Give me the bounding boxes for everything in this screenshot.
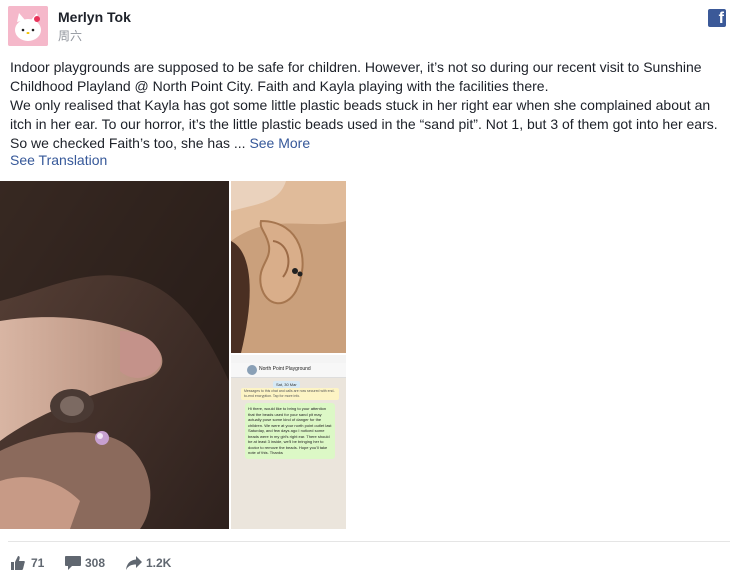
photo-chat-screenshot[interactable]: North Point Playground Sat, 30 Mar Messa… — [231, 355, 346, 529]
author-name[interactable]: Merlyn Tok — [58, 9, 131, 25]
chat-message-bubble: Hi there, would like to bring to your at… — [245, 403, 335, 459]
thumbs-up-icon — [11, 556, 25, 570]
like-count: 71 — [31, 556, 45, 570]
chat-date-chip: Sat, 30 Mar — [273, 381, 300, 388]
facebook-icon[interactable]: f — [708, 9, 726, 27]
chat-encryption-notice: Messages to this chat and calls are now … — [241, 388, 339, 400]
author-avatar[interactable] — [8, 6, 48, 46]
chat-header: North Point Playground — [231, 363, 346, 378]
ear-closeup-image — [0, 181, 229, 529]
hello-kitty-avatar-image — [8, 6, 48, 46]
photo-ear-beads[interactable] — [231, 181, 346, 353]
post-paragraph: We only realised that Kayla has got some… — [10, 96, 730, 153]
post-date[interactable]: 周六 — [58, 27, 82, 44]
see-translation-link[interactable]: See Translation — [10, 152, 107, 168]
share-count: 1.2K — [146, 556, 172, 570]
photo-ear-closeup[interactable] — [0, 181, 229, 529]
share-arrow-icon — [126, 556, 142, 570]
comment-count: 308 — [85, 556, 106, 570]
see-more-link[interactable]: See More — [249, 135, 310, 151]
ear-with-beads-image — [231, 181, 346, 353]
chat-title: North Point Playground — [259, 366, 311, 372]
share-count-button[interactable]: 1.2K — [126, 555, 186, 571]
post-paragraph: Indoor playgrounds are supposed to be sa… — [10, 59, 702, 94]
comment-icon — [65, 556, 81, 570]
post-paragraph-text: We only realised that Kayla has got some… — [10, 97, 718, 151]
comment-count-button[interactable]: 308 — [65, 555, 115, 571]
contact-avatar-icon — [247, 365, 257, 375]
post-text: Indoor playgrounds are supposed to be sa… — [10, 58, 730, 153]
post-action-bar: 71 308 1.2K — [8, 541, 730, 570]
phone-status-bar — [231, 355, 346, 363]
like-count-button[interactable]: 71 — [11, 555, 51, 571]
